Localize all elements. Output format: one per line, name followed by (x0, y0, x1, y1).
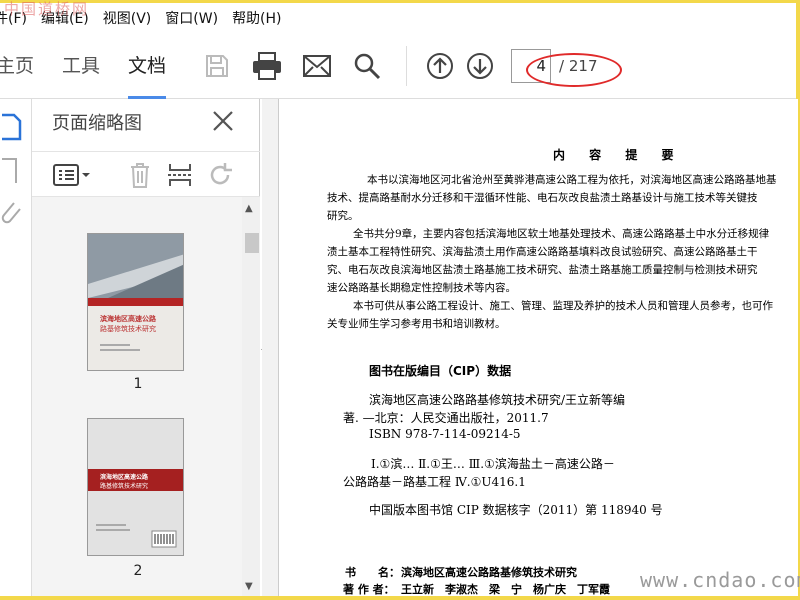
bookmark-icon[interactable] (0, 157, 22, 185)
panel-toolbar (32, 151, 260, 197)
previous-page-icon[interactable] (423, 49, 457, 83)
summary-line: 速公路路基长期稳定性控制技术等内容。 (327, 282, 516, 294)
save-icon[interactable] (200, 49, 234, 83)
authors-label: 著 作 者： (343, 583, 395, 596)
document-view: 内 容 提 要 本书以滨海地区河北省沧州至黄骅港高速公路工程为依托，对滨海地区高… (262, 99, 798, 596)
insert-page-icon[interactable] (166, 161, 194, 189)
thumbnail-page-2[interactable]: 滨海地区高速公路 路基修筑技术研究 (87, 418, 184, 556)
close-icon[interactable] (210, 108, 236, 134)
scroll-up-icon[interactable]: ▲ (245, 203, 253, 214)
thumbnail-label-2: 2 (133, 563, 143, 579)
summary-line: 本书可供从事公路工程设计、施工、管理、监理及养护的技术人员和管理人员参考，也可作 (353, 300, 773, 312)
navigation-rail (0, 99, 32, 596)
summary-line: 全书共分9章，主要内容包括滨海地区软土地基处理技术、高速公路路基土中水分迁移规律 (353, 228, 770, 240)
menu-view[interactable]: 视图(V) (103, 8, 152, 28)
thumbnail-title-line1: 滨海地区高速公路 (100, 474, 149, 481)
cip-line: 中国版本图书馆 CIP 数据核字（2011）第 118940 号 (369, 503, 663, 517)
summary-line: 渍土基本工程特性研究、滨海盐渍土用作高速公路路基填料改良试验研究、高速公路路基土… (327, 246, 758, 258)
summary-line: 研究。 (327, 210, 359, 222)
search-icon[interactable] (350, 49, 384, 83)
summary-line: 本书以滨海地区河北省沧州至黄骅港高速公路工程为依托，对滨海地区高速公路路基地基 (367, 174, 777, 186)
cip-line: Ⅰ.①滨… Ⅱ.①王… Ⅲ.①滨海盐土－高速公路－ (371, 457, 615, 471)
summary-line: 关专业师生学习参考用书和培训教材。 (327, 318, 506, 330)
watermark-top-left: 中国道桥网 (4, 0, 90, 18)
cip-line: ISBN 978-7-114-09214-5 (369, 427, 521, 441)
menu-bar: 件(F) 编辑(E) 视图(V) 窗口(W) 帮助(H) (0, 3, 796, 33)
thumbnail-title-line2: 路基修筑技术研究 (100, 325, 156, 333)
tab-home[interactable]: 主页 (0, 33, 34, 99)
thumbnail-title-line1: 滨海地区高速公路 (100, 315, 156, 323)
menu-window[interactable]: 窗口(W) (165, 8, 218, 28)
cip-line: 著. —北京：人民交通出版社，2011.7 (343, 411, 549, 425)
thumbnail-scrollbar[interactable]: ▲ ▼ (242, 197, 260, 596)
watermark-bottom-right: www.cndao.com (640, 568, 800, 592)
thumbnail-page-1[interactable]: 滨海地区高速公路 路基修筑技术研究 (87, 233, 184, 371)
toolbar-separator (406, 45, 408, 86)
cip-line: 公路路基－路基工程 Ⅳ.①U416.1 (343, 475, 526, 489)
next-page-icon[interactable] (463, 49, 497, 83)
main-toolbar: 主页 工具 文档 4 / 217 (0, 33, 796, 99)
print-icon[interactable] (250, 49, 284, 83)
summary-line: 究、电石灰改良滨海地区盐渍土路基施工技术研究、盐渍土路基施工质量控制与检测技术研… (327, 264, 758, 276)
book-name-label: 书 名： (345, 566, 400, 579)
summary-line: 技术、提高路基耐水分迁移和干湿循环性能、电石灰改良盐渍土路基设计与施工技术等关键… (327, 192, 758, 204)
delete-page-icon[interactable] (126, 161, 154, 189)
tab-document[interactable]: 文档 (128, 33, 167, 99)
thumbnail-panel: 页面缩略图 滨海地区高速公路 路基修筑技术研究 1 滨海地区高速公路 路基修筑技… (32, 99, 260, 596)
document-page: 内 容 提 要 本书以滨海地区河北省沧州至黄骅港高速公路工程为依托，对滨海地区高… (278, 99, 798, 596)
email-icon[interactable] (300, 49, 334, 83)
book-name: 滨海地区高速公路路基修筑技术研究 (401, 566, 577, 579)
summary-heading: 内 容 提 要 (553, 148, 684, 162)
attachment-icon[interactable] (0, 199, 22, 227)
thumbnail-list: 滨海地区高速公路 路基修筑技术研究 1 滨海地区高速公路 路基修筑技术研究 2 … (32, 197, 260, 596)
scroll-thumb[interactable] (245, 233, 259, 253)
cip-line: 滨海地区高速公路路基修筑技术研究/王立新等编 (369, 393, 626, 407)
options-menu-icon[interactable] (52, 161, 92, 189)
window-frame-bottom (0, 596, 800, 600)
tab-tools[interactable]: 工具 (62, 33, 100, 99)
rotate-icon[interactable] (206, 161, 234, 189)
cip-heading: 图书在版编目（CIP）数据 (369, 364, 512, 378)
red-highlight-ellipse (526, 53, 622, 87)
thumbnail-label-1: 1 (133, 376, 143, 392)
panel-title: 页面缩略图 (52, 113, 142, 134)
authors: 王立新 李淑杰 梁 宁 杨广庆 丁军霞 (401, 583, 610, 596)
scroll-down-icon[interactable]: ▼ (245, 581, 253, 592)
menu-help[interactable]: 帮助(H) (232, 8, 281, 28)
thumbnail-title-line2: 路基修筑技术研究 (100, 483, 149, 490)
page-thumbnails-icon[interactable] (0, 113, 22, 141)
